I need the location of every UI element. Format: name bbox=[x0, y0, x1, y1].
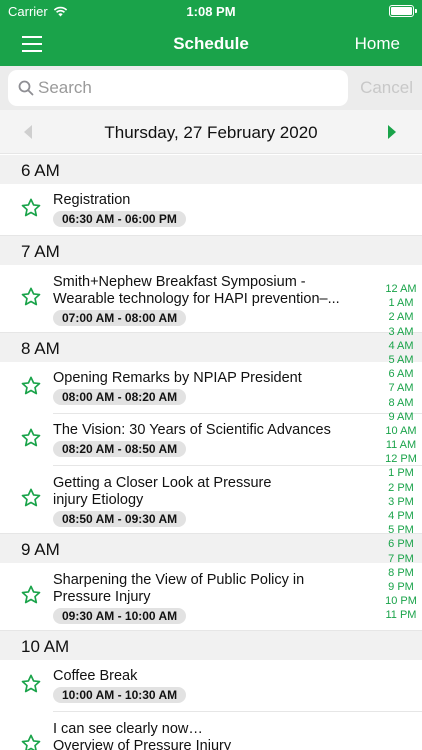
hour-index-item[interactable]: 9 AM bbox=[383, 410, 419, 424]
hour-index-item[interactable]: 11 PM bbox=[383, 608, 419, 622]
hour-index-item[interactable]: 7 PM bbox=[383, 552, 419, 566]
event-title: Getting a Closer Look at Pressure injury … bbox=[53, 475, 372, 509]
schedule-event-row[interactable]: Smith+Nephew Breakfast Symposium - Wearab… bbox=[0, 265, 422, 333]
event-title: I can see clearly now… Overview of Pressu… bbox=[53, 721, 372, 750]
hour-index-item[interactable]: 3 PM bbox=[383, 495, 419, 509]
hour-index-item[interactable]: 9 PM bbox=[383, 580, 419, 594]
search-area: Cancel bbox=[0, 66, 422, 110]
hour-index-item[interactable]: 2 AM bbox=[383, 310, 419, 324]
hour-index[interactable]: 12 AM 1 AM 2 AM 3 AM 4 AM 5 AM 6 AM 7 AM 8 AM 9 A… bbox=[383, 282, 419, 623]
event-title-line: Pressure Injury bbox=[53, 589, 151, 605]
status-bar: Carrier 1:08 PM bbox=[0, 0, 422, 22]
hour-index-item[interactable]: 4 PM bbox=[383, 509, 419, 523]
event-title: Smith+Nephew Breakfast Symposium - Wearab… bbox=[53, 274, 372, 308]
hour-index-item[interactable]: 1 AM bbox=[383, 296, 419, 310]
search-box[interactable] bbox=[8, 70, 348, 106]
schedule-event-row[interactable]: Sharpening the View of Public Policy in P… bbox=[0, 563, 422, 631]
favorite-star-icon[interactable] bbox=[20, 197, 42, 219]
event-title-line: Sharpening the View of Public Policy in bbox=[53, 572, 305, 588]
hour-header: 6 AM bbox=[0, 155, 422, 184]
event-title-line: Getting a Closer Look at Pressure bbox=[53, 475, 272, 491]
hour-index-item[interactable]: 12 PM bbox=[383, 452, 419, 466]
search-icon bbox=[18, 80, 34, 96]
event-title-line: Wearable technology for HAPI prevention–… bbox=[53, 291, 340, 307]
event-title-line: Coffee Break bbox=[53, 668, 138, 684]
event-title-line: Smith+Nephew Breakfast Symposium - bbox=[53, 274, 306, 290]
hour-index-item[interactable]: 12 AM bbox=[383, 282, 419, 296]
hour-header: 9 AM bbox=[0, 534, 422, 563]
event-time-badge: 07:00 AM - 08:00 AM bbox=[53, 310, 187, 326]
favorite-star-icon[interactable] bbox=[20, 487, 42, 509]
event-time-badge: 06:30 AM - 06:00 PM bbox=[53, 211, 186, 227]
hour-index-item[interactable]: 8 AM bbox=[383, 396, 419, 410]
hour-index-item[interactable]: 3 AM bbox=[383, 325, 419, 339]
battery-icon bbox=[389, 5, 417, 17]
home-button[interactable]: Home bbox=[355, 34, 400, 54]
event-title: Opening Remarks by NPIAP President bbox=[53, 370, 372, 387]
hour-index-item[interactable]: 5 AM bbox=[383, 353, 419, 367]
event-time-badge: 10:00 AM - 10:30 AM bbox=[53, 687, 187, 703]
event-title: The Vision: 30 Years of Scientific Advan… bbox=[53, 422, 372, 439]
cancel-button[interactable]: Cancel bbox=[360, 78, 413, 98]
favorite-star-icon[interactable] bbox=[20, 427, 42, 449]
schedule-event-row[interactable]: Coffee Break 10:00 AM - 10:30 AM bbox=[21, 660, 422, 712]
date-navigator: Thursday, 27 February 2020 bbox=[0, 110, 422, 154]
hour-index-item[interactable]: 7 AM bbox=[383, 381, 419, 395]
hour-header: 7 AM bbox=[0, 236, 422, 265]
event-time-badge: 08:20 AM - 08:50 AM bbox=[53, 441, 187, 457]
hour-index-item[interactable]: 6 AM bbox=[383, 367, 419, 381]
hour-index-item[interactable]: 8 PM bbox=[383, 566, 419, 580]
event-time-badge: 08:50 AM - 09:30 AM bbox=[53, 511, 187, 527]
hour-index-item[interactable]: 10 PM bbox=[383, 594, 419, 608]
event-title-line: Overview of Pressure Injury bbox=[53, 738, 232, 750]
favorite-star-icon[interactable] bbox=[20, 584, 42, 606]
schedule-event-row[interactable]: Getting a Closer Look at Pressure injury … bbox=[0, 466, 422, 534]
event-title-line: Opening Remarks by NPIAP President bbox=[53, 370, 302, 386]
hour-index-item[interactable]: 10 AM bbox=[383, 424, 419, 438]
event-title-line: injury Etiology bbox=[53, 492, 144, 508]
hour-index-item[interactable]: 11 AM bbox=[383, 438, 419, 452]
favorite-star-icon[interactable] bbox=[20, 673, 42, 695]
next-day-arrow-icon[interactable] bbox=[388, 125, 396, 139]
event-title-line: The Vision: 30 Years of Scientific Advan… bbox=[53, 422, 331, 438]
event-title: Sharpening the View of Public Policy in P… bbox=[53, 572, 372, 606]
search-input[interactable] bbox=[38, 74, 338, 102]
event-title-line: I can see clearly now… bbox=[53, 721, 203, 737]
favorite-star-icon[interactable] bbox=[20, 733, 42, 750]
hour-index-item[interactable]: 5 PM bbox=[383, 523, 419, 537]
hour-header: 10 AM bbox=[0, 631, 422, 660]
hour-index-item[interactable]: 2 PM bbox=[383, 481, 419, 495]
favorite-star-icon[interactable] bbox=[20, 375, 42, 397]
event-title: Registration bbox=[53, 192, 372, 209]
schedule-event-row[interactable]: Opening Remarks by NPIAP President 08:00 … bbox=[21, 362, 422, 414]
favorite-star-icon[interactable] bbox=[20, 286, 42, 308]
hour-index-item[interactable]: 1 PM bbox=[383, 466, 419, 480]
event-time-badge: 09:30 AM - 10:00 AM bbox=[53, 608, 187, 624]
hour-index-item[interactable]: 6 PM bbox=[383, 537, 419, 551]
event-time-badge: 08:00 AM - 08:20 AM bbox=[53, 389, 187, 405]
hour-index-item[interactable]: 4 AM bbox=[383, 339, 419, 353]
schedule-event-row[interactable]: The Vision: 30 Years of Scientific Advan… bbox=[21, 414, 422, 466]
schedule-event-row[interactable]: Registration 06:30 AM - 06:00 PM bbox=[0, 184, 422, 236]
schedule-list[interactable]: 6 AM Registration 06:30 AM - 06:00 PM 7 AM S… bbox=[0, 155, 422, 750]
schedule-event-row[interactable]: I can see clearly now… Overview of Pressu… bbox=[0, 712, 422, 750]
event-title-line: Registration bbox=[53, 192, 131, 208]
event-title: Coffee Break bbox=[53, 668, 372, 685]
status-time: 1:08 PM bbox=[186, 4, 236, 19]
current-date: Thursday, 27 February 2020 bbox=[104, 123, 318, 142]
navigation-bar: Schedule Home bbox=[0, 22, 422, 66]
hour-header: 8 AM bbox=[0, 333, 422, 362]
